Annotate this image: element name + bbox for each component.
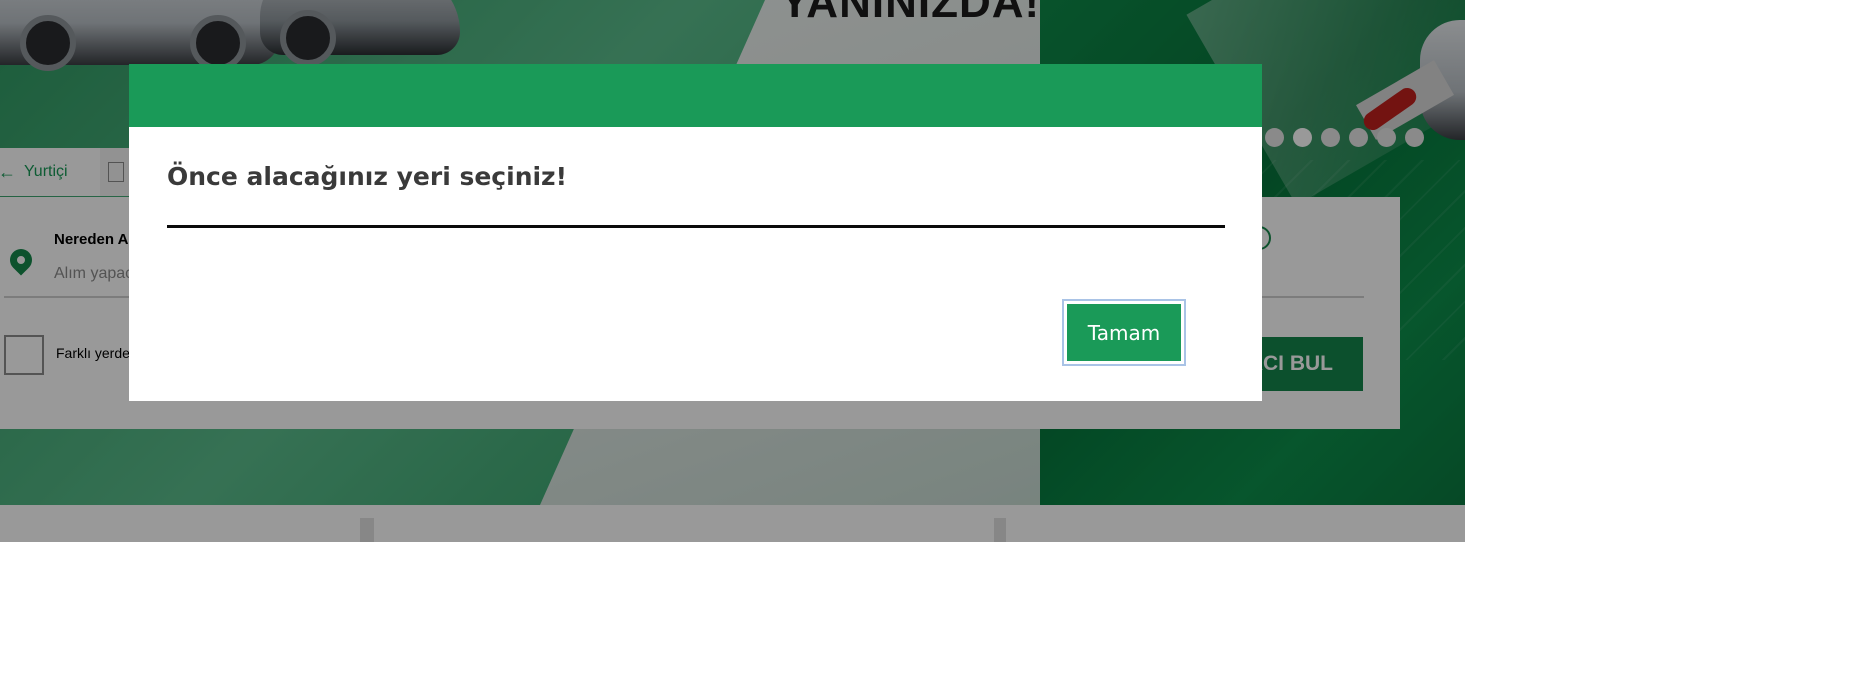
ok-button[interactable]: Tamam xyxy=(1062,299,1186,366)
dialog-header xyxy=(129,64,1262,127)
dialog-message: Önce alacağınız yeri seçiniz! xyxy=(167,162,568,191)
dialog-divider xyxy=(167,225,1225,228)
alert-dialog: Önce alacağınız yeri seçiniz! Tamam xyxy=(129,64,1262,401)
